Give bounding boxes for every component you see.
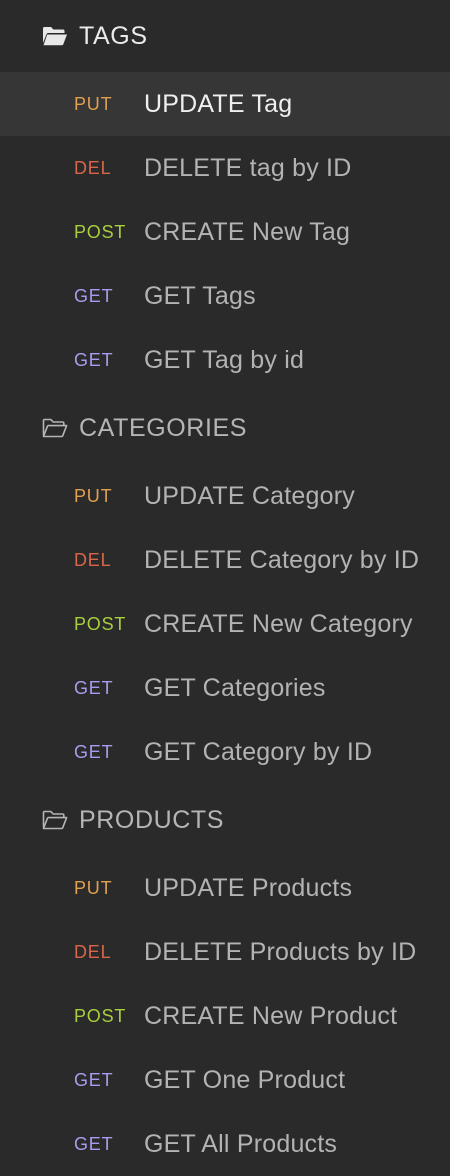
method-badge-put: PUT <box>74 93 113 114</box>
request-label: GET One Product <box>144 1065 346 1094</box>
method-badge-get: GET <box>74 741 114 762</box>
request-label: CREATE New Product <box>144 1001 398 1030</box>
request-label: DELETE tag by ID <box>144 153 352 182</box>
method-badge-get: GET <box>74 285 114 306</box>
method-badge-del: DEL <box>74 549 112 570</box>
request-label: GET Tag by id <box>144 345 305 374</box>
request-delete-tag[interactable]: DEL DELETE tag by ID <box>0 136 450 200</box>
method-badge-del: DEL <box>74 941 112 962</box>
request-label: DELETE Category by ID <box>144 545 420 574</box>
folder-open-outline-icon <box>42 417 70 439</box>
method-badge-post: POST <box>74 221 127 242</box>
request-get-all-products[interactable]: GET GET All Products <box>0 1112 450 1176</box>
request-update-tag[interactable]: PUT UPDATE Tag <box>0 72 450 136</box>
folder-tags[interactable]: TAGS <box>0 0 450 72</box>
request-label: GET Tags <box>144 281 256 310</box>
method-badge-post: POST <box>74 613 127 634</box>
method-badge-del: DEL <box>74 157 112 178</box>
request-label: UPDATE Category <box>144 481 355 510</box>
method-badge-get: GET <box>74 1133 114 1154</box>
request-get-one-product[interactable]: GET GET One Product <box>0 1048 450 1112</box>
folder-label: CATEGORIES <box>79 413 248 442</box>
method-badge-get: GET <box>74 349 114 370</box>
request-create-category[interactable]: POST CREATE New Category <box>0 592 450 656</box>
method-badge-put: PUT <box>74 485 113 506</box>
folder-label: TAGS <box>79 21 148 50</box>
request-get-tags[interactable]: GET GET Tags <box>0 264 450 328</box>
request-label: UPDATE Tag <box>144 89 293 118</box>
request-label: GET Categories <box>144 673 326 702</box>
request-create-product[interactable]: POST CREATE New Product <box>0 984 450 1048</box>
request-update-category[interactable]: PUT UPDATE Category <box>0 464 450 528</box>
method-badge-get: GET <box>74 677 114 698</box>
folder-open-filled-icon <box>42 25 70 47</box>
request-create-tag[interactable]: POST CREATE New Tag <box>0 200 450 264</box>
request-label: UPDATE Products <box>144 873 353 902</box>
request-get-category-by-id[interactable]: GET GET Category by ID <box>0 720 450 784</box>
folder-products[interactable]: PRODUCTS <box>0 784 450 856</box>
method-badge-post: POST <box>74 1005 127 1026</box>
request-label: GET All Products <box>144 1129 338 1158</box>
folder-categories[interactable]: CATEGORIES <box>0 392 450 464</box>
folder-label: PRODUCTS <box>79 805 225 834</box>
request-get-tag-by-id[interactable]: GET GET Tag by id <box>0 328 450 392</box>
request-get-categories[interactable]: GET GET Categories <box>0 656 450 720</box>
request-label: CREATE New Category <box>144 609 413 638</box>
method-badge-put: PUT <box>74 877 113 898</box>
request-delete-products[interactable]: DEL DELETE Products by ID <box>0 920 450 984</box>
request-sidebar: TAGS PUT UPDATE Tag DEL DELETE tag by ID… <box>0 0 450 1176</box>
request-update-products[interactable]: PUT UPDATE Products <box>0 856 450 920</box>
request-label: DELETE Products by ID <box>144 937 417 966</box>
request-label: GET Category by ID <box>144 737 373 766</box>
method-badge-get: GET <box>74 1069 114 1090</box>
request-label: CREATE New Tag <box>144 217 351 246</box>
folder-open-outline-icon <box>42 809 70 831</box>
request-delete-category[interactable]: DEL DELETE Category by ID <box>0 528 450 592</box>
